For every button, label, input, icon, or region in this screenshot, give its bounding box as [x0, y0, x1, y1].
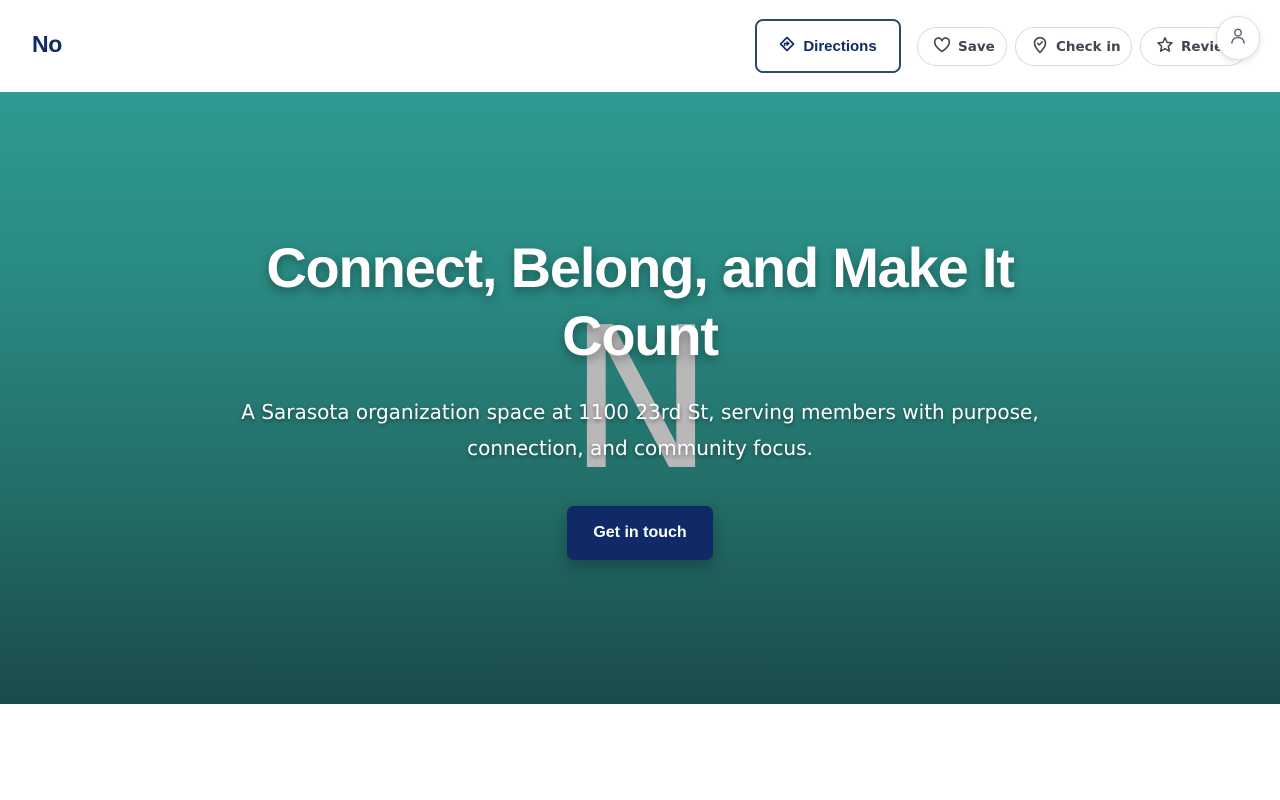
- save-label: Save: [958, 38, 995, 55]
- account-avatar-button[interactable]: [1216, 16, 1260, 60]
- map-pin-icon: [1031, 36, 1049, 58]
- save-button[interactable]: Save: [917, 27, 1007, 66]
- heart-icon: [933, 36, 951, 58]
- directions-label: Directions: [803, 37, 877, 55]
- top-navigation-bar: No Directions Save Check in Reviews: [0, 0, 1280, 92]
- hero-subtitle: A Sarasota organization space at 1100 23…: [241, 400, 1039, 460]
- hero-title: Connect, Belong, and Make It Count: [266, 236, 1015, 367]
- user-icon: [1229, 27, 1247, 50]
- star-icon: [1156, 36, 1174, 58]
- hero-section: N Connect, Belong, and Make It Count A S…: [0, 92, 1280, 704]
- brand-logo-text[interactable]: No: [32, 31, 62, 58]
- get-in-touch-button[interactable]: Get in touch: [567, 506, 713, 560]
- directions-button[interactable]: Directions: [755, 19, 901, 73]
- check-in-label: Check in: [1056, 38, 1121, 55]
- directions-icon: [779, 36, 795, 56]
- check-in-button[interactable]: Check in: [1015, 27, 1132, 66]
